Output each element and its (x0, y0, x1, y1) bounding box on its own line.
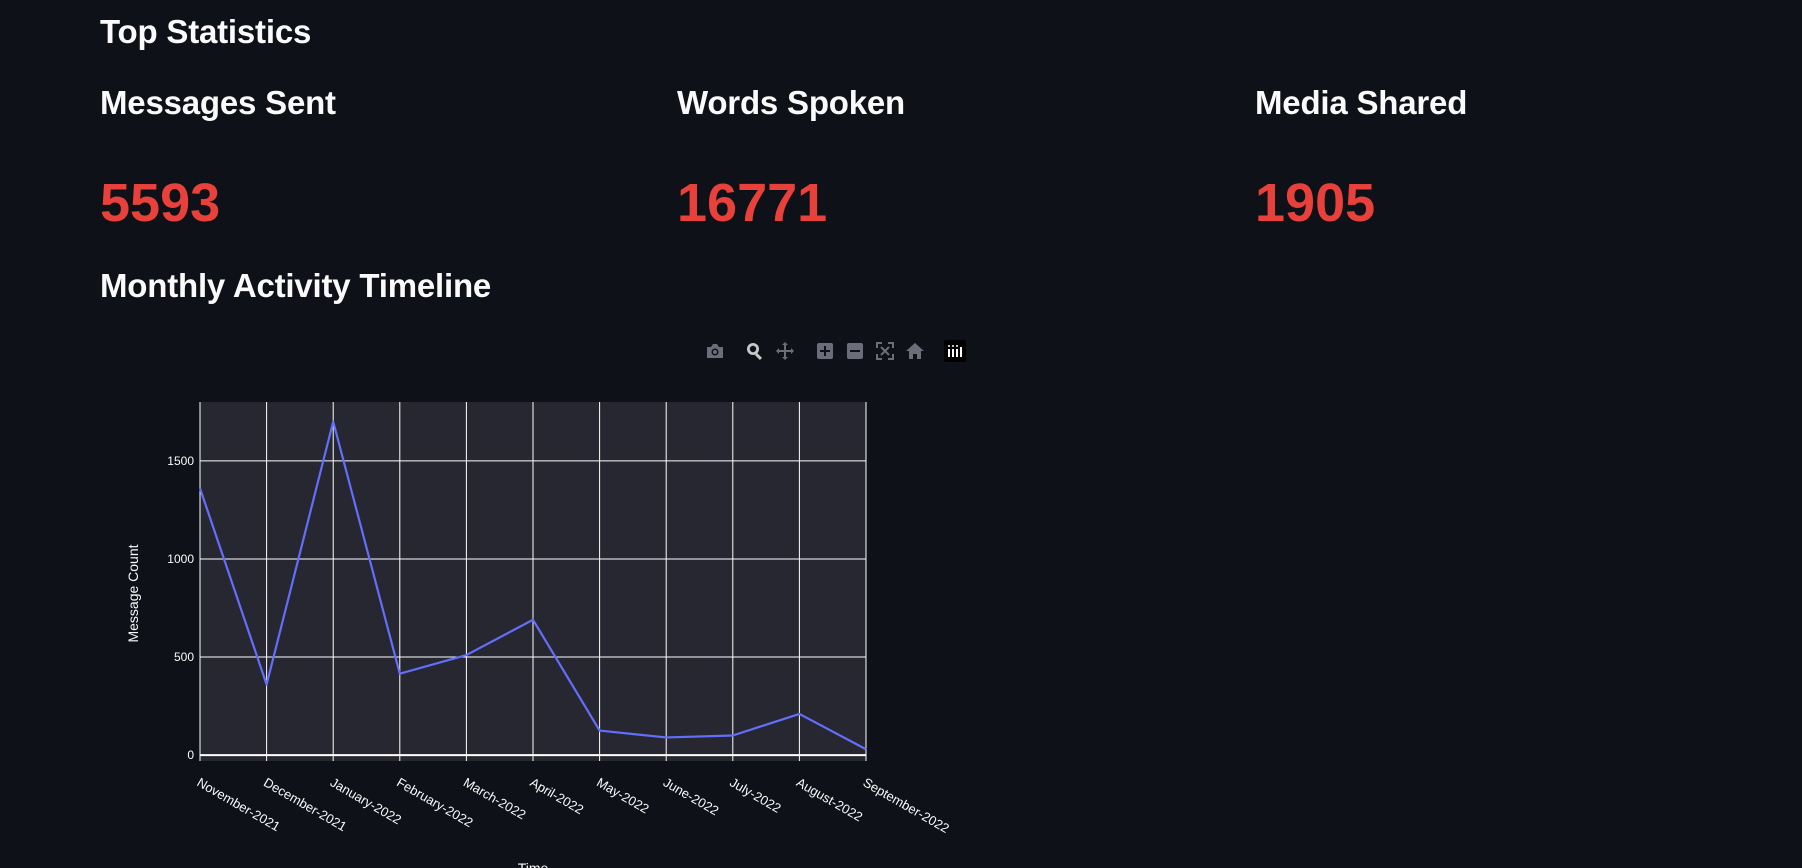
y-tick-label: 0 (187, 748, 194, 762)
data-point (331, 420, 335, 424)
data-point (664, 735, 668, 739)
x-tick-label: September-2022 (861, 775, 952, 836)
y-tick-label: 1000 (167, 552, 194, 566)
data-point (797, 712, 801, 716)
monthly-activity-line-chart[interactable]: 050010001500November-2021December-2021Ja… (0, 0, 1000, 868)
data-point (864, 747, 868, 751)
data-point (265, 682, 269, 686)
page: Top Statistics Messages Sent Words Spoke… (0, 0, 1802, 868)
x-tick-label: June-2022 (661, 775, 722, 819)
media-shared-label: Media Shared (1255, 84, 1468, 121)
x-axis-title: Time (518, 860, 549, 868)
x-tick-label: August-2022 (794, 775, 865, 825)
data-point (464, 653, 468, 657)
y-axis-title: Message Count (125, 544, 141, 642)
media-shared-value: 1905 (1255, 173, 1376, 233)
data-point (531, 618, 535, 622)
y-tick-label: 500 (174, 650, 194, 664)
x-tick-label: May-2022 (594, 775, 652, 817)
data-point (731, 733, 735, 737)
y-tick-label: 1500 (167, 454, 194, 468)
x-tick-label: April-2022 (528, 775, 587, 818)
x-tick-label: July-2022 (727, 775, 783, 816)
data-point (398, 672, 402, 676)
data-point (198, 486, 202, 490)
data-point (598, 729, 602, 733)
